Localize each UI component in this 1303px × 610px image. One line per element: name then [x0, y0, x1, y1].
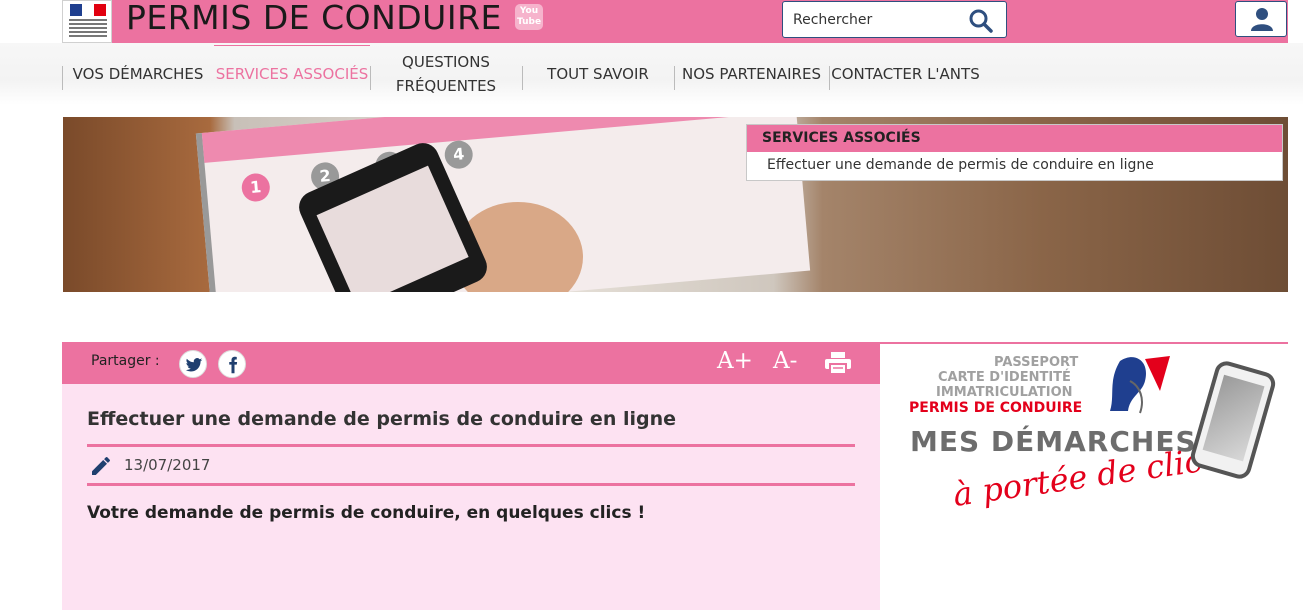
nav-label-line1: QUESTIONS — [402, 53, 490, 71]
user-icon — [1251, 8, 1273, 31]
article-lead: Votre demande de permis de conduire, en … — [87, 503, 646, 523]
promo-line-passeport: PASSEPORT — [994, 355, 1079, 370]
nav-label: SERVICES ASSOCIÉS — [215, 65, 369, 83]
mes-demarches-promo[interactable]: PASSEPORT CARTE D'IDENTITÉ IMMATRICULATI… — [880, 345, 1288, 515]
form-header-strip — [201, 117, 803, 163]
step-circle-1: 1 — [240, 172, 271, 203]
nav-label: CONTACTER L'ANTS — [831, 65, 980, 83]
font-decrease-button[interactable]: A- — [773, 348, 797, 374]
nav-item-tout-savoir[interactable]: TOUT SAVOIR — [522, 43, 674, 105]
nav-label: TOUT SAVOIR — [547, 65, 649, 83]
youtube-icon[interactable]: You Tube — [515, 4, 543, 30]
site-title[interactable]: PERMIS DE CONDUIRE — [126, 0, 502, 37]
government-logo[interactable] — [62, 0, 112, 43]
smartphone-icon — [1188, 358, 1278, 482]
nav-label-line2: FRÉQUENTES — [395, 77, 497, 95]
article-content: Effectuer une demande de permis de condu… — [62, 384, 880, 610]
facebook-icon — [229, 356, 238, 374]
youtube-label-you: You — [519, 6, 539, 16]
twitter-share-button[interactable] — [179, 350, 207, 378]
step-circle-4: 4 — [443, 139, 474, 170]
youtube-label-tube: Tube — [516, 17, 542, 27]
pencil-icon — [92, 457, 110, 475]
nav-item-contacter-ants[interactable]: CONTACTER L'ANTS — [827, 43, 984, 105]
marianne-logo-icon — [1110, 356, 1170, 414]
logo-text-lines — [69, 19, 107, 39]
services-panel-heading: SERVICES ASSOCIÉS — [747, 125, 1282, 152]
twitter-icon — [185, 358, 203, 372]
facebook-share-button[interactable] — [218, 350, 246, 378]
nav-label: VOS DÉMARCHES — [72, 65, 204, 83]
french-flag-icon — [70, 4, 106, 16]
title-divider — [87, 444, 855, 447]
font-increase-button[interactable]: A+ — [717, 348, 753, 374]
nav-divider — [62, 66, 63, 90]
nav-item-vos-demarches[interactable]: VOS DÉMARCHES — [62, 43, 214, 105]
date-divider — [87, 483, 855, 486]
sidebar-divider — [880, 342, 1288, 344]
user-account-button[interactable] — [1235, 1, 1287, 37]
article-date: 13/07/2017 — [124, 456, 211, 474]
search-box — [782, 1, 1007, 38]
nav-item-nos-partenaires[interactable]: NOS PARTENAIRES — [674, 43, 829, 105]
nav-item-services-associes[interactable]: SERVICES ASSOCIÉS — [214, 43, 370, 105]
nav-label: NOS PARTENAIRES — [682, 65, 821, 83]
promo-line-immatriculation: IMMATRICULATION — [936, 385, 1073, 400]
search-icon[interactable] — [968, 8, 994, 34]
article-title: Effectuer une demande de permis de condu… — [87, 408, 676, 430]
print-icon[interactable] — [825, 352, 851, 374]
share-toolbar: Partager : A+ A- — [62, 342, 880, 384]
nav-item-questions-frequentes[interactable]: QUESTIONS FRÉQUENTES — [370, 43, 522, 105]
promo-line-permis: PERMIS DE CONDUIRE — [909, 400, 1083, 416]
share-label: Partager : — [91, 353, 160, 369]
services-panel-link[interactable]: Effectuer une demande de permis de condu… — [767, 157, 1154, 173]
search-input[interactable] — [793, 9, 963, 31]
promo-line-carte-identite: CARTE D'IDENTITÉ — [938, 370, 1071, 385]
services-associes-panel: SERVICES ASSOCIÉS Effectuer une demande … — [746, 124, 1283, 181]
